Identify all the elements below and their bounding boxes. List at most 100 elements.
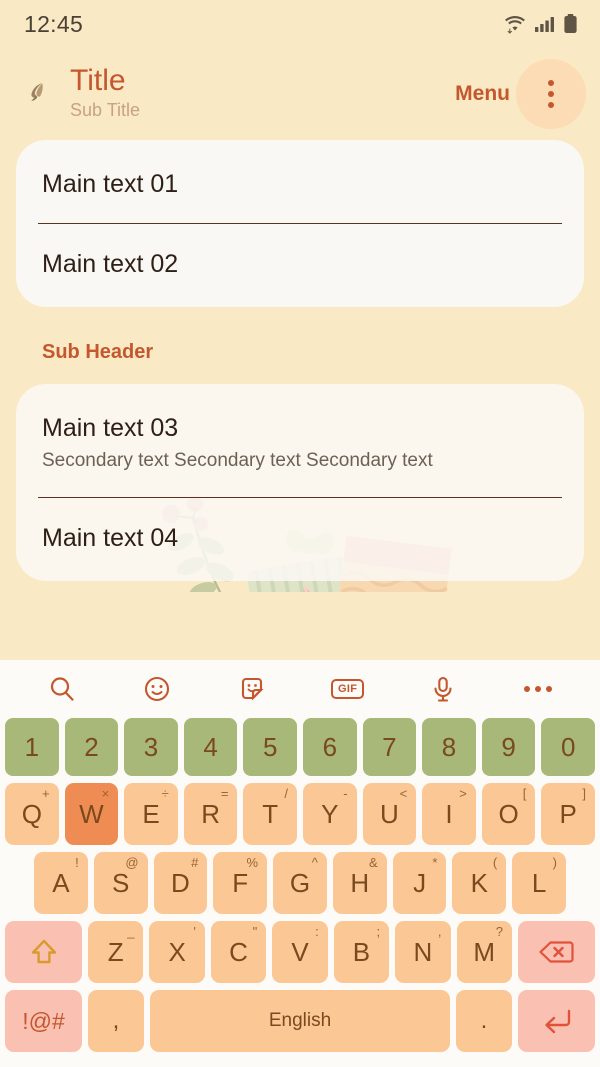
- key-u[interactable]: < U: [362, 783, 417, 845]
- key-label: W: [79, 798, 104, 829]
- search-icon[interactable]: [39, 666, 85, 712]
- more-horizontal-icon[interactable]: [515, 666, 561, 712]
- key-sub-label: /: [284, 786, 288, 801]
- key-0[interactable]: 0: [541, 718, 595, 776]
- list-item-main-text: Main text 01: [42, 170, 179, 198]
- key-label: E: [142, 798, 160, 829]
- comma-key[interactable]: ,: [88, 990, 144, 1052]
- key-x[interactable]: ' X: [149, 921, 205, 983]
- key-w[interactable]: × W: [64, 783, 119, 845]
- key-4[interactable]: 4: [183, 718, 238, 776]
- key-i[interactable]: > I: [422, 783, 476, 845]
- key-label: N: [413, 936, 433, 967]
- key-z[interactable]: _ Z: [88, 921, 144, 983]
- back-button[interactable]: [16, 72, 60, 116]
- list-item-secondary-text: Secondary text Secondary text Secondary …: [42, 449, 433, 471]
- key-9[interactable]: 9: [481, 718, 536, 776]
- enter-return-icon: [544, 1009, 570, 1034]
- key-k[interactable]: (K: [452, 852, 507, 914]
- list-item[interactable]: Main text 01: [16, 144, 584, 223]
- key-label: C: [229, 936, 248, 967]
- key-3[interactable]: 3: [124, 718, 178, 776]
- key-label: H: [350, 867, 370, 898]
- key-p[interactable]: ] P: [541, 783, 595, 845]
- key-v[interactable]: :V: [272, 921, 328, 983]
- key-label: J: [413, 867, 427, 898]
- space-key[interactable]: English: [150, 990, 450, 1052]
- key-label: L: [531, 867, 547, 898]
- keyboard-row-numbers: 1 2 3 4 5 6 7 8 9 0: [5, 718, 595, 776]
- status-bar: 12:45: [0, 0, 600, 48]
- key-1[interactable]: 1: [5, 718, 59, 776]
- key-t[interactable]: / T: [243, 783, 297, 845]
- keyboard-key-rows: 1 2 3 4 5 6 7 8 9 0 + Q × W ÷ E = R / T -Y < U…: [0, 718, 600, 1052]
- cellular-signal-icon: [535, 17, 554, 32]
- sticker-icon[interactable]: [229, 666, 275, 712]
- key-d[interactable]: # D: [153, 852, 208, 914]
- shift-key[interactable]: [5, 921, 83, 983]
- key-o[interactable]: [O: [481, 783, 536, 845]
- gif-label: GIF: [331, 679, 365, 699]
- overflow-menu-button[interactable]: [516, 59, 586, 129]
- status-icons: [503, 13, 578, 35]
- key-sub-label: >: [459, 786, 467, 801]
- key-label: 8: [441, 731, 457, 762]
- enter-key[interactable]: [518, 990, 595, 1052]
- key-m[interactable]: ? M: [456, 921, 512, 983]
- more-vertical-icon-dot: [548, 80, 554, 86]
- keyboard-row-function: !@# , English .: [5, 990, 595, 1052]
- key-2[interactable]: 2: [64, 718, 119, 776]
- microphone-icon[interactable]: [420, 666, 466, 712]
- key-sub-label: [: [522, 786, 527, 801]
- key-sub-label: ;: [376, 924, 381, 939]
- key-sub-label: *: [432, 855, 438, 870]
- key-label: 2: [84, 731, 99, 762]
- key-f[interactable]: % F: [213, 852, 268, 914]
- keyboard-row-qwerty: + Q × W ÷ E = R / T -Y < U > I [O ] P: [5, 783, 595, 845]
- key-r[interactable]: = R: [183, 783, 238, 845]
- key-n[interactable]: ,N: [395, 921, 451, 983]
- key-sub-label: +: [42, 786, 50, 801]
- key-y[interactable]: -Y: [303, 783, 357, 845]
- card-two: Main text 03 Secondary text Secondary te…: [16, 384, 584, 581]
- key-6[interactable]: 6: [303, 718, 357, 776]
- page-subtitle: Sub Title: [70, 100, 141, 121]
- key-s[interactable]: @ S: [93, 852, 148, 914]
- key-sub-label: :: [315, 924, 319, 939]
- key-q[interactable]: + Q: [5, 783, 59, 845]
- key-h[interactable]: & H: [332, 852, 387, 914]
- list-item[interactable]: Main text 04: [16, 498, 584, 577]
- key-sub-label: =: [220, 786, 229, 801]
- key-label: Y: [321, 798, 339, 829]
- keyboard-toolbar: GIF: [0, 660, 600, 718]
- backspace-icon: [539, 941, 575, 963]
- key-l[interactable]: ) L: [512, 852, 567, 914]
- key-sub-label: _: [127, 924, 135, 939]
- sub-header: Sub Header: [42, 341, 154, 363]
- key-c[interactable]: " C: [210, 921, 267, 983]
- list-item[interactable]: Main text 02: [16, 224, 584, 303]
- period-key[interactable]: .: [456, 990, 512, 1052]
- key-sub-label: ?: [495, 924, 503, 939]
- gif-icon[interactable]: GIF: [325, 666, 371, 712]
- key-e[interactable]: ÷ E: [124, 783, 178, 845]
- list-item[interactable]: Main text 03 Secondary text Secondary te…: [16, 388, 584, 497]
- key-label: T: [262, 798, 279, 829]
- backspace-key[interactable]: [517, 921, 595, 983]
- menu-label[interactable]: Menu: [455, 82, 510, 106]
- list-item-main-text: Main text 03: [42, 414, 179, 442]
- key-label: O: [498, 798, 519, 829]
- key-b[interactable]: ; B: [333, 921, 390, 983]
- key-a[interactable]: ! A: [33, 852, 88, 914]
- symbols-key[interactable]: !@#: [5, 990, 82, 1052]
- key-j[interactable]: * J: [392, 852, 447, 914]
- emoji-icon[interactable]: [134, 666, 180, 712]
- keyboard-row-home: ! A @ S # D % F ^ G & H * J (K ) L: [5, 852, 595, 914]
- key-7[interactable]: 7: [362, 718, 417, 776]
- key-label: D: [171, 867, 190, 898]
- key-label: A: [52, 867, 70, 898]
- key-g[interactable]: ^ G: [273, 852, 327, 914]
- key-label: F: [232, 867, 249, 898]
- key-8[interactable]: 8: [422, 718, 476, 776]
- key-5[interactable]: 5: [243, 718, 297, 776]
